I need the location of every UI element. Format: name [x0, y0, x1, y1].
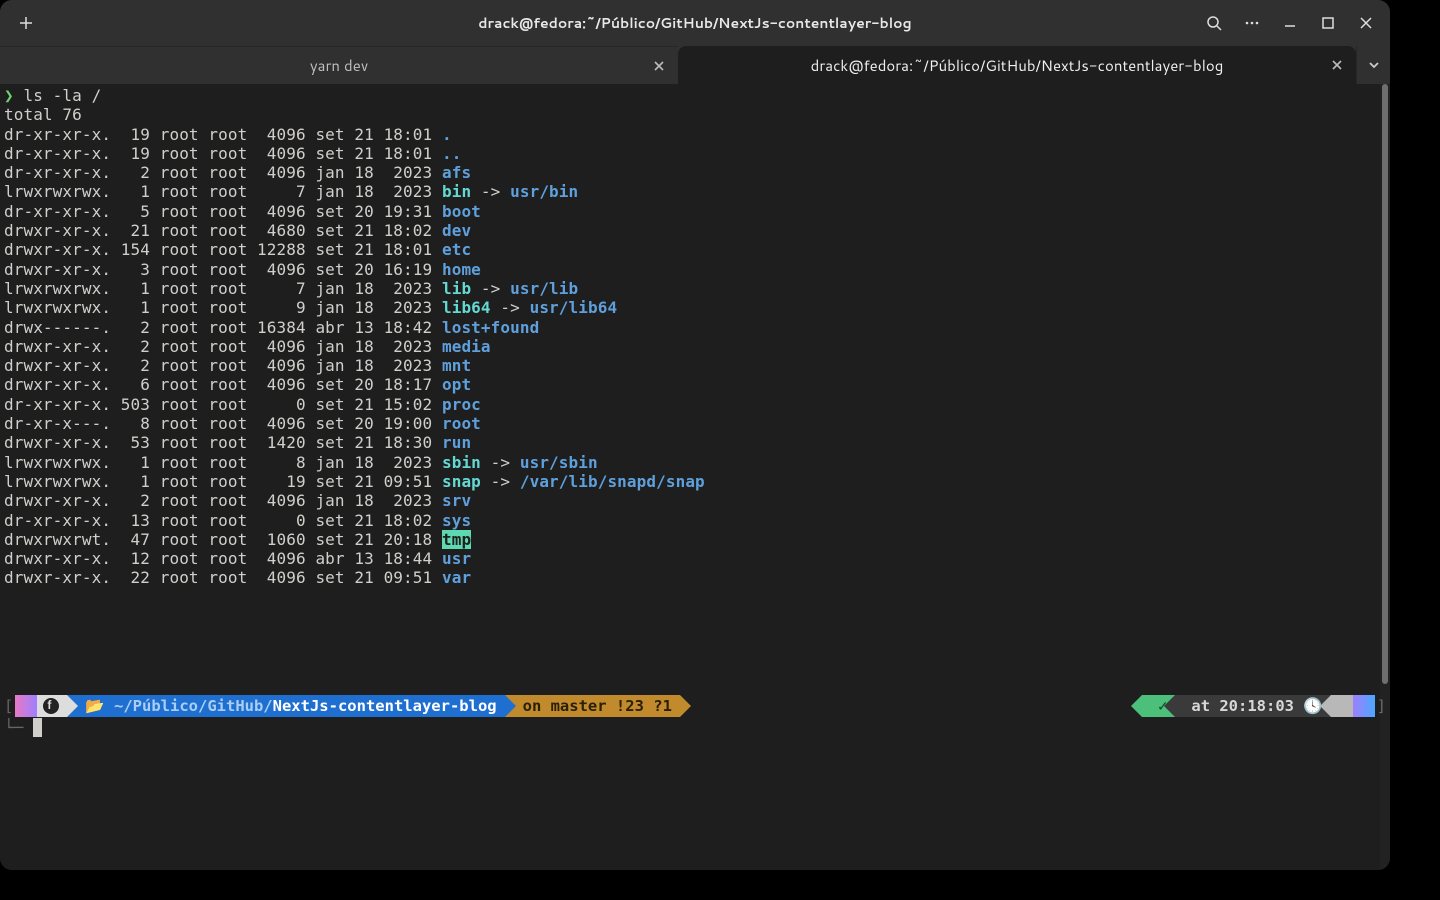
cursor [33, 718, 42, 737]
title-bar: drack@fedora:~/Público/GitHub/NextJs-con… [0, 0, 1390, 46]
maximize-button[interactable] [1310, 6, 1346, 40]
git-segment: on master !23 ?1 [505, 695, 680, 717]
search-button[interactable] [1196, 6, 1232, 40]
time-segment: at 20:18:03 🕓 [1175, 695, 1330, 717]
tab-2[interactable]: drack@fedora:~/Público/GitHub/NextJs-con… [678, 46, 1356, 84]
folder-icon: 📂 [85, 697, 104, 715]
menu-button[interactable] [1234, 6, 1270, 40]
fedora-icon [43, 698, 59, 714]
time-text: at 20:18:03 [1191, 697, 1303, 715]
window-title: drack@fedora:~/Público/GitHub/NextJs-con… [0, 13, 1390, 33]
tab-label: yarn dev [0, 55, 678, 76]
path-prefix: ~/Público/GitHub/ [114, 697, 273, 715]
tab-label: drack@fedora:~/Público/GitHub/NextJs-con… [678, 55, 1356, 76]
tab-1[interactable]: yarn dev [0, 46, 678, 84]
tab-overflow-button[interactable] [1356, 46, 1390, 84]
vertical-scrollbar[interactable] [1380, 84, 1390, 870]
tab-close-icon[interactable] [650, 57, 668, 75]
terminal-viewport[interactable]: ❯ ls -la /total 76dr-xr-xr-x. 19 root ro… [0, 84, 1390, 870]
tab-bar: yarn dev drack@fedora:~/Público/GitHub/N… [0, 46, 1390, 84]
status-end-segment [1331, 695, 1353, 717]
path-segment: 📂 ~/Público/GitHub/NextJs-contentlayer-b… [67, 695, 504, 717]
close-window-button[interactable] [1348, 6, 1384, 40]
minimize-button[interactable] [1272, 6, 1308, 40]
os-segment [37, 695, 67, 717]
git-text: on master !23 ?1 [523, 697, 672, 715]
terminal-output: ❯ ls -la /total 76dr-xr-xr-x. 19 root ro… [4, 86, 1380, 868]
scrollbar-thumb[interactable] [1382, 84, 1388, 684]
terminal-window: drack@fedora:~/Público/GitHub/NextJs-con… [0, 0, 1390, 870]
prompt-cursor-row[interactable]: └─ [4, 718, 42, 737]
prompt-statusline: [ 📂 ~/Público/GitHub/NextJs-contentlayer… [4, 694, 1386, 718]
path-repo: NextJs-contentlayer-blog [273, 697, 497, 715]
new-tab-button[interactable] [8, 6, 44, 40]
tab-close-icon[interactable] [1328, 56, 1346, 74]
